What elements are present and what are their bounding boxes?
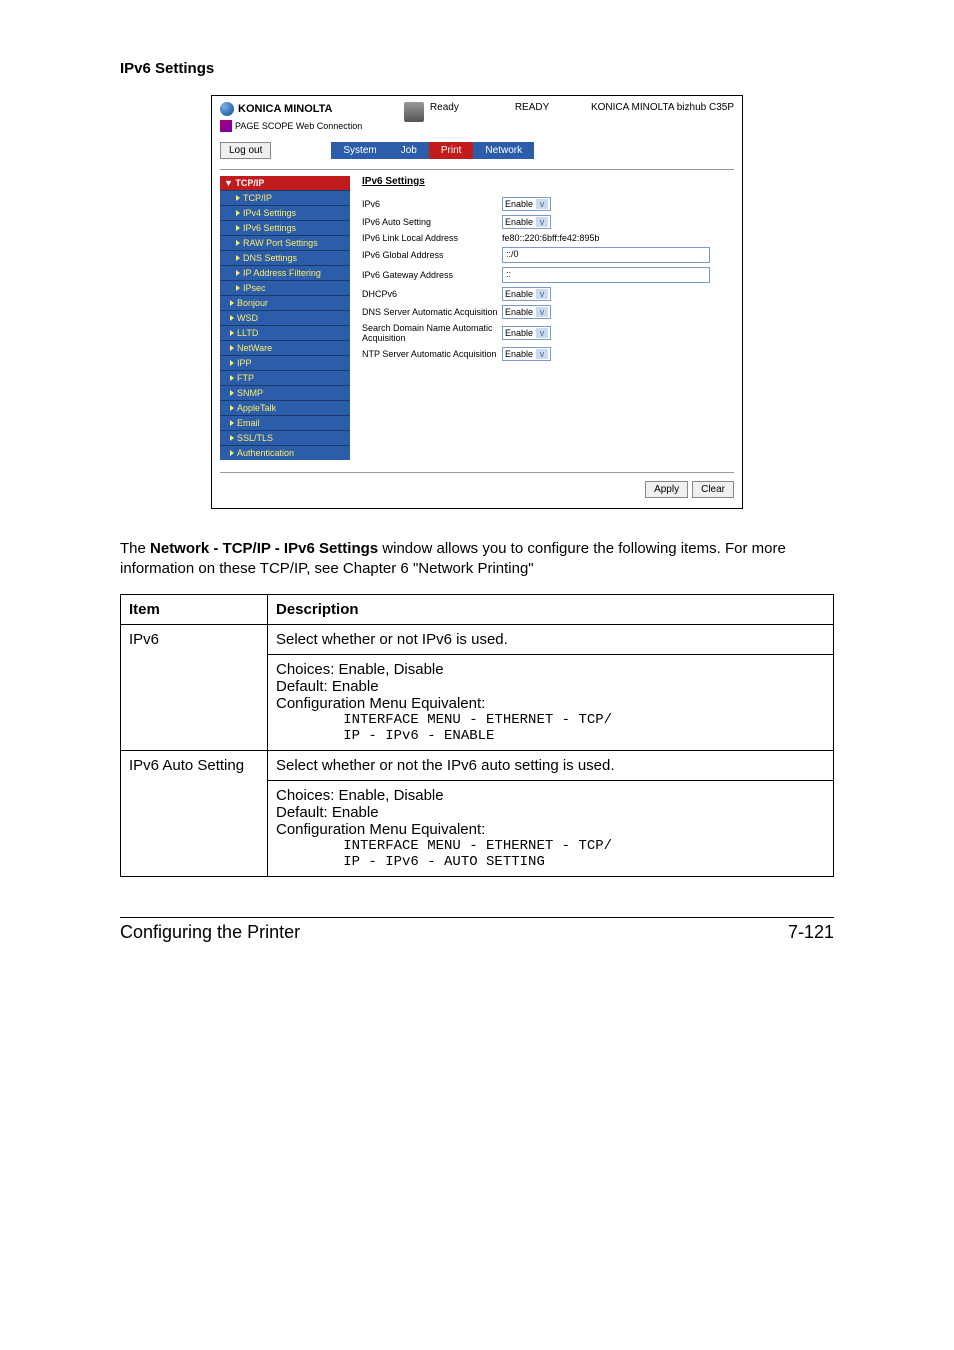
- sidebar-item-snmp[interactable]: SNMP: [220, 385, 350, 400]
- domain-auto-select[interactable]: Enablev: [502, 326, 551, 340]
- pagescope-icon: [220, 120, 232, 132]
- table-cell-details: Choices: Enable, Disable Default: Enable…: [268, 654, 834, 750]
- sidebar-item-ipp[interactable]: IPP: [220, 355, 350, 370]
- sidebar-header[interactable]: ▼ TCP/IP: [220, 176, 350, 190]
- sidebar-item-email[interactable]: Email: [220, 415, 350, 430]
- th-item: Item: [121, 594, 268, 624]
- link-local-value: fe80::220:6bff:fe42:895b: [502, 233, 599, 243]
- ipv6-label: IPv6: [362, 199, 502, 209]
- panel-title: IPv6 Settings: [362, 176, 734, 187]
- device-name: KONICA MINOLTA bizhub C35P: [591, 102, 734, 132]
- triangle-icon: [230, 405, 234, 411]
- triangle-icon: [230, 300, 234, 306]
- sidebar-item-ssltls[interactable]: SSL/TLS: [220, 430, 350, 445]
- triangle-icon: [236, 210, 240, 216]
- triangle-icon: [236, 255, 240, 261]
- sidebar-item-ipv4[interactable]: IPv4 Settings: [220, 205, 350, 220]
- footer-left: Configuring the Printer: [120, 922, 300, 943]
- table-cell-details: Choices: Enable, Disable Default: Enable…: [268, 780, 834, 876]
- triangle-icon: [230, 315, 234, 321]
- sidebar-item-dns[interactable]: DNS Settings: [220, 250, 350, 265]
- section-heading: IPv6 Settings: [120, 60, 834, 77]
- triangle-icon: [230, 360, 234, 366]
- global-label: IPv6 Global Address: [362, 250, 502, 260]
- sidebar-item-bonjour[interactable]: Bonjour: [220, 295, 350, 310]
- table-cell-item: IPv6 Auto Setting: [121, 750, 268, 876]
- chevron-down-icon: v: [536, 328, 548, 338]
- gateway-input[interactable]: ::: [502, 267, 710, 283]
- link-local-label: IPv6 Link Local Address: [362, 233, 502, 243]
- tab-print[interactable]: Print: [429, 142, 474, 159]
- tab-system[interactable]: System: [331, 142, 388, 159]
- footer-page-number: 7-121: [788, 922, 834, 943]
- description-table: Item Description IPv6 Select whether or …: [120, 594, 834, 877]
- status-text: READY: [515, 102, 549, 113]
- sidebar-item-tcpip[interactable]: TCP/IP: [220, 190, 350, 205]
- status-icon-label: Ready: [430, 102, 459, 113]
- triangle-icon: [230, 450, 234, 456]
- chevron-down-icon: v: [536, 289, 548, 299]
- sublogo-text: PAGE SCOPE Web Connection: [235, 121, 362, 131]
- ntp-auto-label: NTP Server Automatic Acquisition: [362, 349, 502, 359]
- sidebar-item-authentication[interactable]: Authentication: [220, 445, 350, 460]
- chevron-down-icon: v: [536, 349, 548, 359]
- th-description: Description: [268, 594, 834, 624]
- table-cell-desc: Select whether or not the IPv6 auto sett…: [268, 750, 834, 780]
- ntp-auto-select[interactable]: Enablev: [502, 347, 551, 361]
- ipv6-auto-label: IPv6 Auto Setting: [362, 217, 502, 227]
- triangle-icon: [236, 225, 240, 231]
- apply-button[interactable]: Apply: [645, 481, 688, 498]
- config-screenshot: KONICA MINOLTA PAGE SCOPE Web Connection…: [211, 95, 743, 509]
- dns-auto-label: DNS Server Automatic Acquisition: [362, 307, 502, 317]
- triangle-icon: [230, 435, 234, 441]
- triangle-icon: [230, 420, 234, 426]
- triangle-icon: [230, 330, 234, 336]
- chevron-down-icon: v: [536, 199, 548, 209]
- dhcpv6-label: DHCPv6: [362, 289, 502, 299]
- sidebar: ▼ TCP/IP TCP/IP IPv4 Settings IPv6 Setti…: [220, 176, 350, 460]
- triangle-icon: [230, 345, 234, 351]
- gateway-label: IPv6 Gateway Address: [362, 270, 502, 280]
- clear-button[interactable]: Clear: [692, 481, 734, 498]
- sidebar-item-wsd[interactable]: WSD: [220, 310, 350, 325]
- dns-auto-select[interactable]: Enablev: [502, 305, 551, 319]
- brand-logo-icon: [220, 102, 234, 116]
- chevron-down-icon: v: [536, 217, 548, 227]
- page-footer: Configuring the Printer 7-121: [120, 917, 834, 943]
- triangle-icon: [236, 285, 240, 291]
- tab-network[interactable]: Network: [473, 142, 534, 159]
- triangle-icon: [230, 390, 234, 396]
- logout-button[interactable]: Log out: [220, 142, 271, 159]
- description-paragraph: The Network - TCP/IP - IPv6 Settings win…: [120, 539, 834, 580]
- global-input[interactable]: ::/0: [502, 247, 710, 263]
- sidebar-item-appletalk[interactable]: AppleTalk: [220, 400, 350, 415]
- domain-auto-label: Search Domain Name Automatic Acquisition: [362, 323, 502, 343]
- ipv6-select[interactable]: Enablev: [502, 197, 551, 211]
- table-cell-desc: Select whether or not IPv6 is used.: [268, 624, 834, 654]
- ipv6-auto-select[interactable]: Enablev: [502, 215, 551, 229]
- main-panel: IPv6 Settings IPv6 Enablev IPv6 Auto Set…: [362, 176, 734, 460]
- sidebar-item-ipfilter[interactable]: IP Address Filtering: [220, 265, 350, 280]
- brand-text: KONICA MINOLTA: [238, 103, 333, 115]
- dhcpv6-select[interactable]: Enablev: [502, 287, 551, 301]
- sidebar-item-netware[interactable]: NetWare: [220, 340, 350, 355]
- sidebar-item-lltd[interactable]: LLTD: [220, 325, 350, 340]
- table-cell-item: IPv6: [121, 624, 268, 750]
- sidebar-item-ipv6[interactable]: IPv6 Settings: [220, 220, 350, 235]
- sidebar-item-ftp[interactable]: FTP: [220, 370, 350, 385]
- sidebar-item-ipsec[interactable]: IPsec: [220, 280, 350, 295]
- printer-icon: [404, 102, 424, 122]
- chevron-down-icon: v: [536, 307, 548, 317]
- triangle-icon: [236, 195, 240, 201]
- triangle-icon: [236, 240, 240, 246]
- tab-job[interactable]: Job: [389, 142, 429, 159]
- triangle-icon: [230, 375, 234, 381]
- triangle-icon: [236, 270, 240, 276]
- sidebar-item-rawport[interactable]: RAW Port Settings: [220, 235, 350, 250]
